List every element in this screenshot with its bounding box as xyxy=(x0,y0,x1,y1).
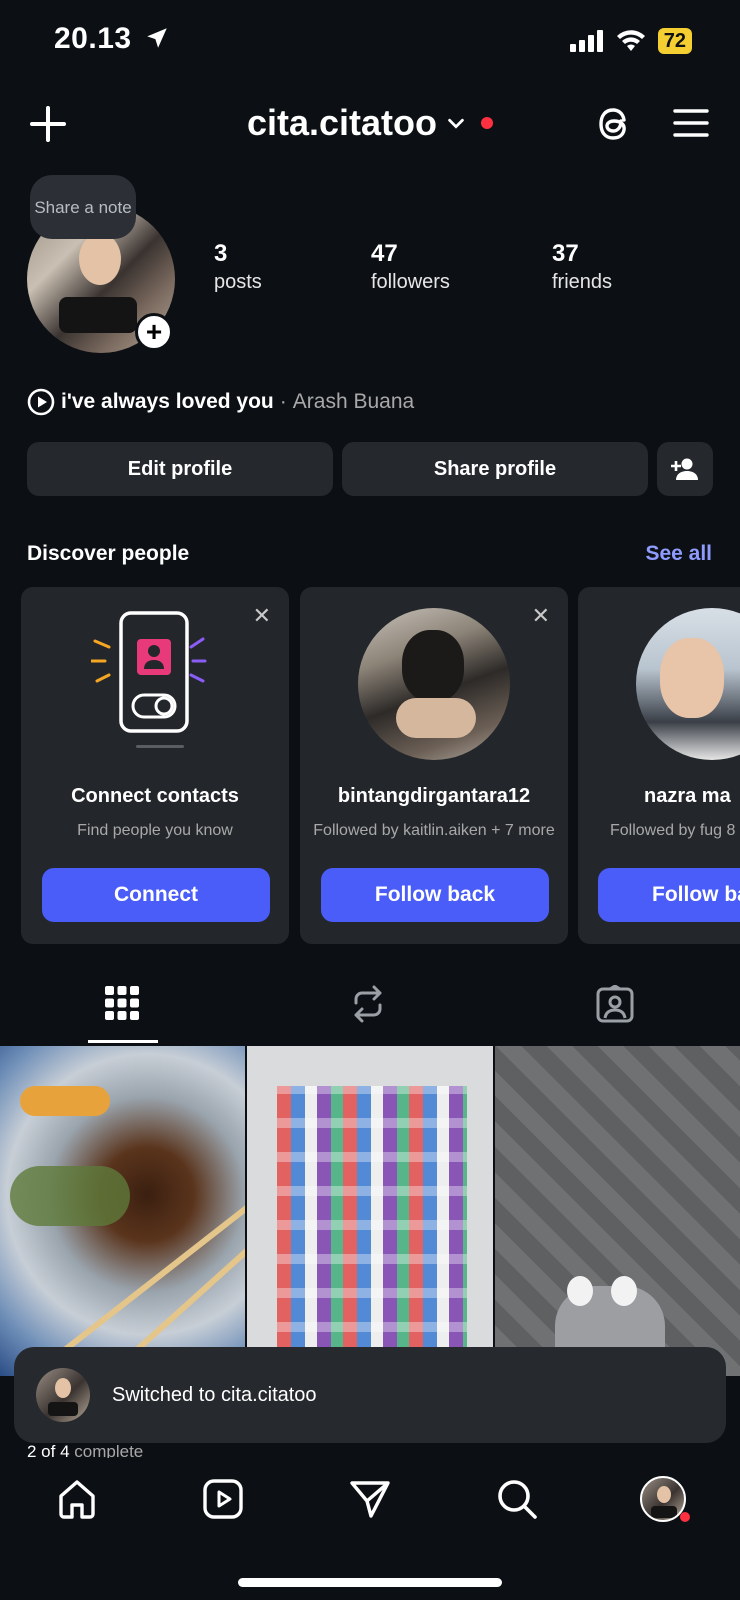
follow-back-button[interactable]: Follow ba xyxy=(598,868,740,922)
threads-icon xyxy=(599,108,626,140)
edit-profile-button[interactable]: Edit profile xyxy=(27,442,333,496)
card-subtitle: Followed by kaitlin.aiken + 7 more xyxy=(313,822,555,839)
see-all-link[interactable]: See all xyxy=(645,542,712,566)
nav-reels[interactable] xyxy=(202,1478,244,1525)
profile-notification-dot xyxy=(680,1512,690,1522)
grid-icon xyxy=(105,986,139,1020)
contacts-phone-illustration-icon xyxy=(91,611,207,748)
add-person-icon xyxy=(671,458,698,480)
card-title: bintangdirgantara12 xyxy=(337,785,531,807)
nav-search[interactable] xyxy=(496,1478,538,1525)
connect-button[interactable]: Connect xyxy=(42,868,270,922)
friends-count: 37 xyxy=(552,240,579,267)
username-title: cita.citatoo xyxy=(246,102,438,143)
toast-avatar xyxy=(36,1368,90,1422)
card-subtitle: Find people you know xyxy=(77,822,233,839)
suggestion-card-user: ✕ bintangdirgantara12 Followed by kaitli… xyxy=(300,587,568,944)
posts-stat[interactable]: 3 posts xyxy=(214,240,262,294)
toast-message: Switched to cita.citatoo xyxy=(112,1383,317,1406)
chevron-down-icon xyxy=(448,118,464,129)
home-icon xyxy=(59,1480,95,1519)
song-artist: Arash Buana xyxy=(292,390,415,413)
menu-button[interactable] xyxy=(672,106,710,145)
followers-stat[interactable]: 47 followers xyxy=(371,240,450,294)
posts-count: 3 xyxy=(214,240,228,267)
follow-back-button[interactable]: Follow back xyxy=(321,868,549,922)
status-time: 20.13 xyxy=(54,22,170,56)
discover-people-toggle-button[interactable] xyxy=(657,442,713,496)
signal-icon xyxy=(569,30,603,52)
nav-home[interactable] xyxy=(56,1478,98,1525)
card-title: Connect contacts xyxy=(71,785,239,807)
battery-indicator: 72 xyxy=(657,28,692,54)
dismiss-card-button[interactable]: ✕ xyxy=(532,603,550,629)
followers-label: followers xyxy=(371,271,450,293)
share-profile-button[interactable]: Share profile xyxy=(342,442,648,496)
post-thumbnail[interactable] xyxy=(247,1046,493,1376)
nav-messages[interactable] xyxy=(349,1478,391,1525)
play-circle-icon xyxy=(27,388,55,416)
send-icon xyxy=(350,1481,390,1518)
repost-icon xyxy=(354,985,382,1023)
status-icons: 72 xyxy=(569,28,692,54)
discover-people-title: Discover people xyxy=(27,542,190,565)
tab-tagged[interactable] xyxy=(596,984,634,1028)
post-thumbnail[interactable] xyxy=(495,1046,740,1376)
share-note-bubble[interactable]: Share a note xyxy=(30,175,136,239)
suggested-user-avatar[interactable] xyxy=(636,608,740,760)
tab-reposts[interactable] xyxy=(350,985,386,1028)
location-arrow-icon xyxy=(147,28,168,48)
account-switched-toast: Switched to cita.citatoo xyxy=(14,1347,726,1443)
active-tab-indicator xyxy=(88,1040,158,1043)
posts-label: posts xyxy=(214,271,262,293)
card-subtitle: Followed by fug 8 more xyxy=(610,822,740,839)
add-story-button[interactable]: + xyxy=(135,313,173,351)
tab-posts-grid[interactable] xyxy=(104,985,140,1026)
notification-dot xyxy=(481,117,494,129)
song-separator: · xyxy=(279,390,287,413)
wifi-icon xyxy=(616,30,645,51)
suggested-user-avatar[interactable] xyxy=(358,608,510,760)
friends-stat[interactable]: 37 friends xyxy=(552,240,612,294)
tagged-person-icon xyxy=(596,984,634,1023)
home-indicator xyxy=(238,1578,502,1587)
dismiss-card-button[interactable]: ✕ xyxy=(253,603,271,629)
song-title: i've always loved you xyxy=(61,390,274,413)
hamburger-menu-icon xyxy=(673,109,709,137)
threads-button[interactable] xyxy=(596,104,634,149)
reels-icon xyxy=(203,1479,243,1519)
suggestion-card-user: nazra ma Followed by fug 8 more Follow b… xyxy=(578,587,740,944)
followers-count: 47 xyxy=(371,240,398,267)
profile-music[interactable]: i've always loved you · Arash Buana xyxy=(27,388,414,416)
search-icon xyxy=(498,1480,537,1519)
post-thumbnail[interactable] xyxy=(0,1046,245,1376)
card-title: nazra ma xyxy=(644,785,731,807)
suggestion-card-contacts: ✕ Connect contacts Find people you know … xyxy=(21,587,289,944)
friends-label: friends xyxy=(552,271,613,293)
